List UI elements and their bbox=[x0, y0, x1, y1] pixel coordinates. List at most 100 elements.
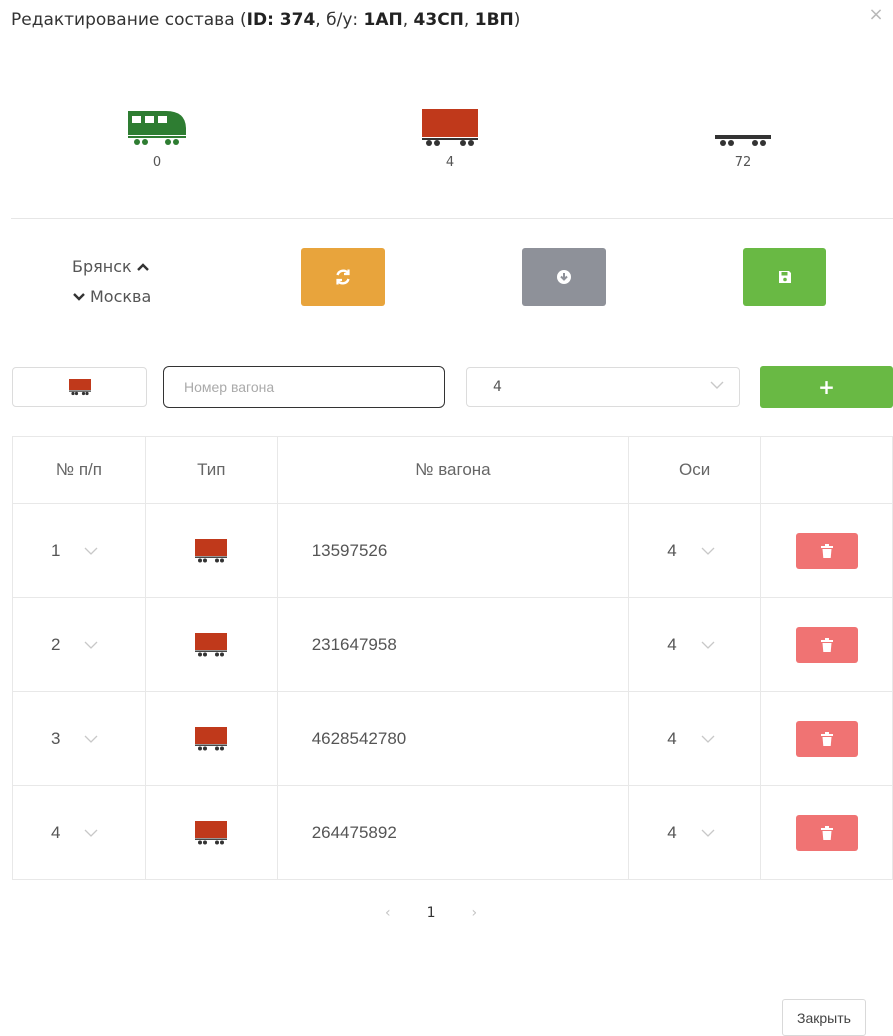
close-icon[interactable]: × bbox=[867, 6, 885, 24]
wagon-icon bbox=[195, 538, 228, 562]
title-separator: , bbox=[402, 10, 414, 30]
axles-cell: 4 bbox=[628, 503, 762, 598]
index-cell: 1 bbox=[12, 503, 146, 598]
type-cell bbox=[144, 785, 278, 880]
index-select[interactable]: 4 bbox=[13, 823, 145, 843]
type-cell bbox=[144, 597, 278, 692]
wagon-icon bbox=[195, 726, 228, 750]
wagon-type-select[interactable] bbox=[12, 367, 147, 407]
actions-cell bbox=[760, 691, 893, 786]
index-select[interactable]: 3 bbox=[13, 729, 145, 749]
title-vp-count: 1ВП bbox=[474, 10, 514, 30]
wagons-table: № п/п Тип № вагона Оси 1 13597526 4 2 23… bbox=[12, 436, 893, 880]
actions-cell bbox=[760, 503, 893, 598]
column-header-type: Тип bbox=[144, 436, 278, 504]
route-to[interactable]: Москва bbox=[72, 282, 151, 312]
axles-select[interactable]: 4 bbox=[466, 367, 740, 407]
index-cell: 2 bbox=[12, 597, 146, 692]
platform-count: 72 bbox=[734, 155, 752, 170]
pagination-prev[interactable]: ‹ bbox=[385, 905, 391, 921]
axles-select[interactable]: 4 bbox=[629, 635, 760, 655]
delete-button[interactable] bbox=[795, 814, 858, 851]
dialog-title: Редактирование состава (ID: 374, б/у: 1А… bbox=[11, 10, 520, 30]
locomotive-stat: 0 bbox=[107, 105, 207, 170]
wagon-number-cell: 264475892 bbox=[276, 785, 630, 880]
refresh-icon bbox=[336, 269, 350, 285]
close-button[interactable]: Закрыть bbox=[782, 999, 866, 1036]
chevron-down-icon bbox=[85, 735, 98, 743]
download-button[interactable] bbox=[522, 248, 606, 306]
title-sp-count: 43СП bbox=[413, 10, 464, 30]
save-button[interactable] bbox=[743, 248, 826, 306]
title-prefix: Редактирование состава ( bbox=[11, 10, 247, 30]
title-separator: , bbox=[463, 10, 475, 30]
axles-cell: 4 bbox=[628, 597, 762, 692]
row-index: 1 bbox=[51, 540, 61, 560]
wagon-count: 4 bbox=[445, 155, 455, 170]
axles-select-value: 4 bbox=[493, 379, 502, 395]
route-from[interactable]: Брянск bbox=[72, 252, 151, 282]
title-id: ID: 374 bbox=[246, 10, 316, 30]
delete-button[interactable] bbox=[795, 626, 858, 663]
route-direction: Брянск Москва bbox=[72, 252, 151, 312]
locomotive-count: 0 bbox=[152, 155, 162, 170]
pagination: ‹ 1 › bbox=[385, 905, 477, 921]
chevron-down-icon bbox=[73, 293, 85, 301]
delete-button[interactable] bbox=[795, 532, 858, 569]
axles-select[interactable]: 4 bbox=[629, 541, 760, 561]
actions-cell bbox=[760, 597, 893, 692]
type-cell bbox=[144, 691, 278, 786]
wagon-icon bbox=[422, 109, 478, 146]
wagon-icon bbox=[195, 820, 228, 844]
row-axles: 4 bbox=[667, 728, 677, 748]
index-cell: 3 bbox=[12, 691, 146, 786]
type-cell bbox=[144, 503, 278, 598]
axles-select[interactable]: 4 bbox=[629, 729, 760, 749]
locomotive-icon bbox=[128, 111, 186, 145]
route-to-label: Москва bbox=[90, 287, 152, 306]
wagon-icon bbox=[195, 632, 228, 656]
chevron-down-icon bbox=[701, 735, 715, 743]
platform-icon bbox=[715, 135, 771, 146]
route-from-label: Брянск bbox=[72, 257, 132, 276]
pagination-next[interactable]: › bbox=[472, 905, 478, 921]
wagon-stat: 4 bbox=[400, 105, 500, 170]
composition-stats: 0 4 72 bbox=[0, 105, 893, 195]
wagon-number-cell: 13597526 bbox=[276, 503, 630, 598]
chevron-down-icon bbox=[701, 547, 715, 555]
title-suffix: ) bbox=[513, 10, 521, 30]
table-row: 4 264475892 4 bbox=[12, 785, 893, 880]
index-select[interactable]: 1 bbox=[13, 541, 145, 561]
pagination-page[interactable]: 1 bbox=[427, 905, 436, 921]
floppy-disk-icon bbox=[778, 271, 791, 283]
table-row: 1 13597526 4 bbox=[12, 503, 893, 598]
column-header-index: № п/п bbox=[12, 436, 146, 504]
chevron-down-icon bbox=[701, 641, 715, 649]
chevron-up-icon bbox=[136, 263, 149, 271]
index-cell: 4 bbox=[12, 785, 146, 880]
table-header-row: № п/п Тип № вагона Оси bbox=[12, 436, 893, 504]
axles-cell: 4 bbox=[628, 691, 762, 786]
trash-icon bbox=[820, 825, 833, 840]
actions-cell bbox=[760, 785, 893, 880]
table-row: 3 4628542780 4 bbox=[12, 691, 893, 786]
row-index: 4 bbox=[51, 822, 61, 842]
index-select[interactable]: 2 bbox=[13, 635, 145, 655]
axles-cell: 4 bbox=[628, 785, 762, 880]
column-header-axles: Оси bbox=[628, 436, 762, 504]
title-separator: , б/у: bbox=[315, 10, 364, 30]
wagon-number-input[interactable] bbox=[163, 366, 445, 408]
axles-select[interactable]: 4 bbox=[629, 823, 760, 843]
chevron-down-icon bbox=[85, 547, 98, 555]
delete-button[interactable] bbox=[795, 720, 858, 757]
trash-icon bbox=[820, 731, 833, 746]
table-row: 2 231647958 4 bbox=[12, 597, 893, 692]
row-index: 2 bbox=[51, 634, 61, 654]
download-circle-icon bbox=[557, 270, 571, 284]
row-axles: 4 bbox=[667, 634, 677, 654]
refresh-button[interactable] bbox=[301, 248, 385, 306]
chevron-down-icon bbox=[85, 829, 98, 837]
chevron-down-icon bbox=[710, 381, 724, 389]
add-wagon-button[interactable]: + bbox=[760, 366, 893, 408]
wagon-icon bbox=[68, 379, 91, 396]
